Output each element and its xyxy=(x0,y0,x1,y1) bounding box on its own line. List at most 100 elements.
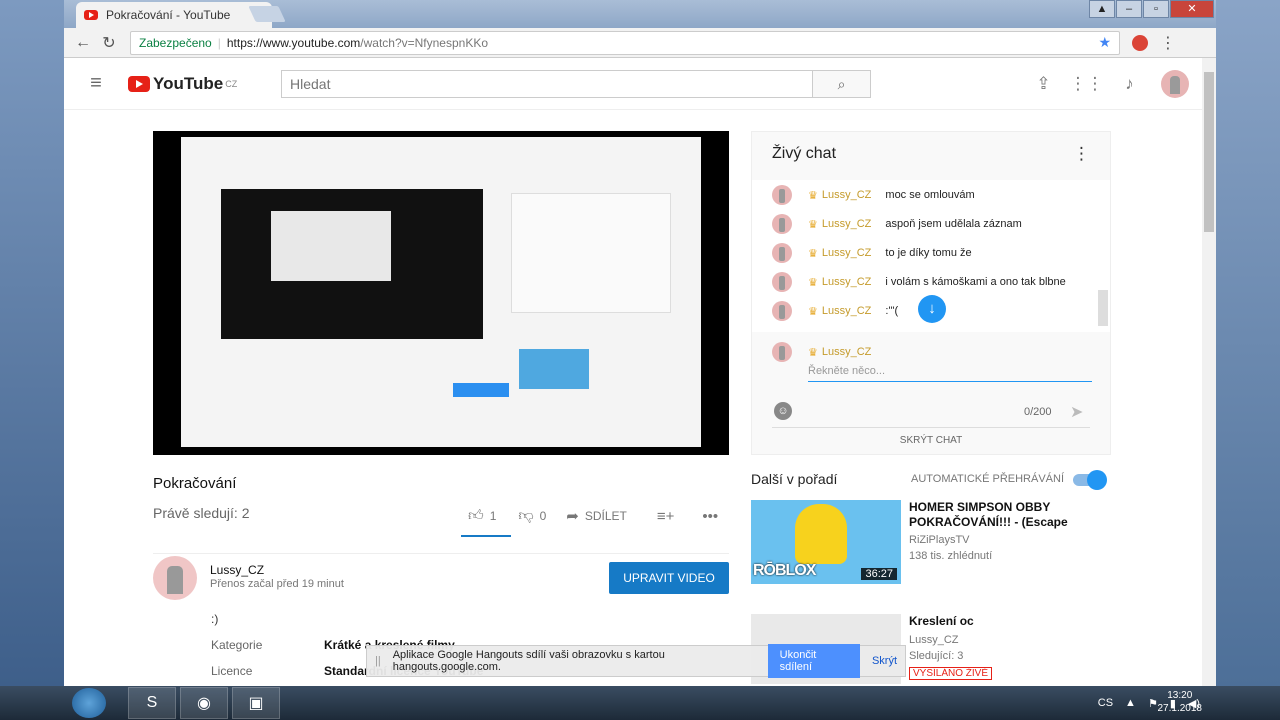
share-label[interactable]: SDÍLET xyxy=(585,509,627,523)
message-author[interactable]: Lussy_CZ xyxy=(822,276,872,288)
close-button[interactable]: ✕ xyxy=(1170,0,1214,18)
up-next-title: Další v pořadí xyxy=(751,471,838,487)
back-arrow-icon[interactable]: ← xyxy=(70,34,96,52)
chat-menu-icon[interactable]: ⋮ xyxy=(1073,144,1090,164)
youtube-logo[interactable]: YouTube CZ xyxy=(128,74,237,94)
video-title[interactable]: HOMER SIMPSON OBBY POKRAČOVÁNÍ!!! - (Esc… xyxy=(909,500,1109,530)
chat-title: Živý chat xyxy=(772,145,837,162)
language-indicator[interactable]: CS xyxy=(1098,697,1113,709)
shared-screen-frame xyxy=(181,137,701,447)
video-player[interactable] xyxy=(153,131,729,455)
view-count: 138 tis. zhlédnutí xyxy=(909,550,993,562)
author-avatar[interactable] xyxy=(772,214,792,234)
clock-date: 27.1.2018 xyxy=(1157,703,1203,714)
share-message: Aplikace Google Hangouts sdílí vaši obra… xyxy=(392,649,665,673)
game-app-icon[interactable]: ▣ xyxy=(232,687,280,719)
tray-expand-icon[interactable]: ▲ xyxy=(1125,697,1136,709)
message-author[interactable]: Lussy_CZ xyxy=(822,305,872,317)
video-thumbnail[interactable]: RŌBLOX 36:27 xyxy=(751,500,901,584)
viewer-count: Sledující: 3 xyxy=(909,650,964,662)
chat-scrollbar[interactable] xyxy=(1098,290,1108,326)
minimize-button[interactable]: – xyxy=(1116,0,1142,18)
chat-message-input[interactable]: Řekněte něco... xyxy=(808,365,1092,382)
notifications-bell-icon[interactable]: ♪ xyxy=(1108,74,1151,94)
edit-video-button[interactable]: UPRAVIT VIDEO xyxy=(609,562,729,594)
skype-icon[interactable]: S xyxy=(128,687,176,719)
desktop-right xyxy=(1216,0,1280,686)
author-avatar xyxy=(772,342,792,362)
emoji-icon[interactable]: ☺ xyxy=(774,402,792,420)
author-avatar[interactable] xyxy=(772,243,792,263)
url-field[interactable]: Zabezpečeno | https://www.youtube.com /w… xyxy=(130,30,1120,55)
owner-crown-icon: ♛ xyxy=(808,247,818,260)
search-icon[interactable]: ⌕ xyxy=(813,70,871,98)
start-button[interactable] xyxy=(72,688,106,718)
channel-name[interactable]: Lussy_CZ xyxy=(210,563,264,577)
url-path: /watch?v=NfynespnKKo xyxy=(360,35,489,50)
owner-crown-icon: ♛ xyxy=(808,305,818,318)
live-badge: VYSÍLÁNO ŽIVĚ xyxy=(909,667,993,680)
message-text: i volám s kámoškami a ono tak blbne xyxy=(885,276,1066,288)
logo-text: YouTube xyxy=(153,73,224,93)
owner-crown-icon: ♛ xyxy=(808,276,818,289)
maximize-button[interactable]: ▫ xyxy=(1143,0,1169,18)
browser-menu-icon[interactable]: ⋮ xyxy=(1160,33,1176,53)
chat-message: ♛ Lussy_CZ to je díky tomu že xyxy=(772,242,972,264)
bookmark-star-icon[interactable]: ★ xyxy=(1098,34,1111,51)
hamburger-menu-icon[interactable]: ≡ xyxy=(64,72,128,95)
stop-sharing-button[interactable]: Ukončit sdílení xyxy=(767,644,860,678)
title-bar: Pokračování - YouTube ✕ ▲ – ▫ ✕ xyxy=(64,0,1216,28)
upload-icon[interactable]: ⇪ xyxy=(1022,74,1065,94)
clock[interactable]: 13:20 27.1.2018 xyxy=(1158,689,1203,715)
new-tab-button[interactable] xyxy=(248,6,286,22)
hide-chat-button[interactable]: SKRÝT CHAT xyxy=(772,427,1090,446)
reload-icon[interactable]: ↻ xyxy=(96,33,122,53)
send-icon[interactable]: ➤ xyxy=(1070,402,1083,422)
drag-handle-icon[interactable]: || xyxy=(375,655,381,667)
page-scrollbar[interactable] xyxy=(1202,58,1216,686)
chat-message: ♛ Lussy_CZ :'"( xyxy=(772,300,898,322)
chrome-icon[interactable]: ◉ xyxy=(180,687,228,719)
video-title[interactable]: Kreslení oc xyxy=(909,614,1109,629)
input-author: ♛ Lussy_CZ xyxy=(772,342,885,362)
owner-crown-icon: ♛ xyxy=(808,218,818,231)
dislike-count: 0 xyxy=(539,509,547,523)
hide-banner-button[interactable]: Skrýt xyxy=(872,655,897,667)
message-author[interactable]: Lussy_CZ xyxy=(822,218,872,230)
owner-crown-icon: ♛ xyxy=(808,346,818,359)
share-icon[interactable]: ➦ xyxy=(566,507,579,525)
char-counter: 0/200 xyxy=(1024,406,1052,418)
message-author[interactable]: Lussy_CZ xyxy=(822,247,872,259)
thumbs-up-icon[interactable]: 👍︎ xyxy=(468,507,484,525)
scroll-down-arrow-icon[interactable]: ↓ xyxy=(918,295,946,323)
scrollbar-thumb[interactable] xyxy=(1204,72,1214,232)
flag-icon[interactable]: ⚑ xyxy=(1148,697,1158,710)
address-bar: ← ↻ Zabezpečeno | https://www.youtube.co… xyxy=(64,28,1216,58)
live-chat: Živý chat ⋮ ♛ Lussy_CZ moc se omlouvám ♛… xyxy=(751,131,1111,455)
author-avatar[interactable] xyxy=(772,301,792,321)
apps-grid-icon[interactable]: ⋮⋮ xyxy=(1065,74,1108,94)
nested-thumbnail xyxy=(519,349,589,389)
nested-screen xyxy=(271,211,391,281)
url-host: https://www.youtube.com xyxy=(226,35,361,50)
message-author[interactable]: Lussy_CZ xyxy=(822,189,872,201)
thumbnail-text: RŌBLOX xyxy=(753,562,816,579)
like-count: 1 xyxy=(489,509,497,523)
video-description: :) xyxy=(211,612,219,626)
search-input[interactable] xyxy=(281,70,813,98)
message-text: :'"( xyxy=(885,305,899,317)
browser-tab[interactable]: Pokračování - YouTube ✕ xyxy=(76,2,272,28)
autoplay-toggle[interactable] xyxy=(1073,470,1107,490)
thumbs-down-icon[interactable]: 👎︎ xyxy=(518,507,533,525)
account-avatar[interactable] xyxy=(1161,70,1189,98)
recommended-video[interactable]: RŌBLOX 36:27 HOMER SIMPSON OBBY POKRAČOV… xyxy=(751,500,1111,586)
add-to-playlist-icon[interactable]: ≡+ xyxy=(657,508,675,525)
author-avatar[interactable] xyxy=(772,185,792,205)
more-actions-icon[interactable]: ••• xyxy=(702,508,718,525)
user-icon[interactable]: ▲ xyxy=(1089,0,1115,18)
channel-avatar[interactable] xyxy=(153,556,197,600)
screen-share-banner: || Aplikace Google Hangouts sdílí vaši o… xyxy=(366,644,906,678)
extension-icon[interactable] xyxy=(1132,34,1148,51)
chat-message: ♛ Lussy_CZ i volám s kámoškami a ono tak… xyxy=(772,271,1066,293)
author-avatar[interactable] xyxy=(772,272,792,292)
